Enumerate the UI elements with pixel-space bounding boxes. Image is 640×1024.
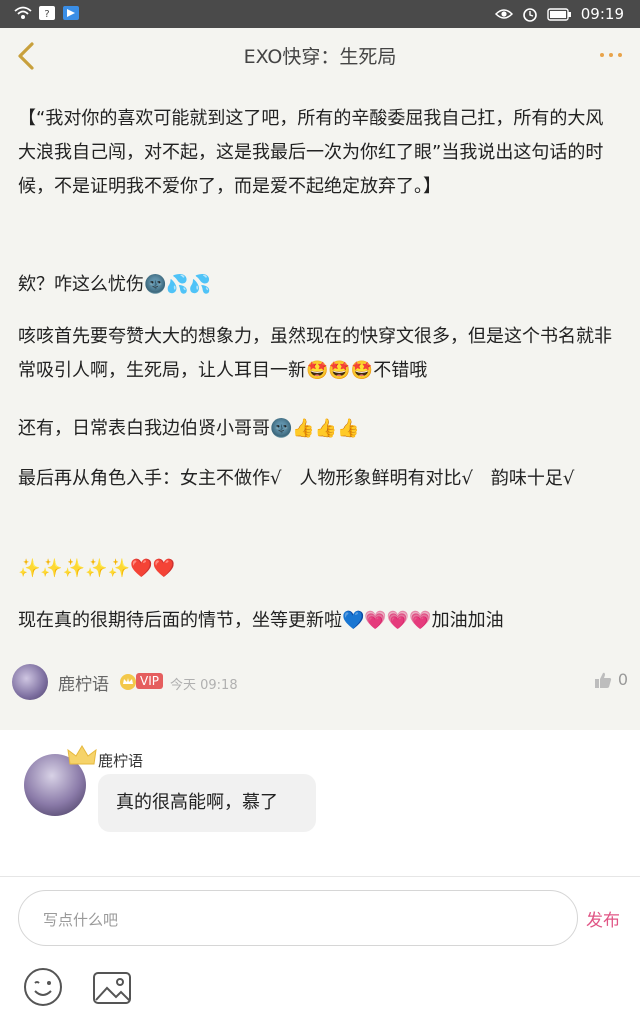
header: EXO快穿：生死局 [0,28,640,82]
status-time: 09:19 [580,5,624,23]
reply-author-name[interactable]: 鹿柠语 [98,750,143,771]
comment-input-placeholder: 写点什么吧 [43,911,119,929]
comment-input[interactable]: 写点什么吧 [18,890,578,946]
svg-text:?: ? [44,9,49,20]
back-icon[interactable] [8,36,48,76]
reply-text: 真的很高能啊，慕了 [116,792,278,813]
alarm-icon [522,8,537,22]
like-button[interactable]: 0 [594,670,628,689]
post-paragraph: 现在真的很期待后面的情节，坐等更新啦💙💗💗💗加油加油 [18,610,504,631]
status-bar: ? 09:19 [0,0,640,28]
status-bar-left: ? [14,5,80,21]
post-paragraph: ✨✨✨✨✨❤️❤️ [18,558,175,579]
publish-button[interactable]: 发布 [586,906,620,931]
vip-badge: VIP [118,672,163,690]
post-paragraph: 还有，日常表白我边伯贤小哥哥🌚👍👍👍 [18,418,360,439]
status-bar-right: 09:19 [494,4,624,24]
app-notification-icon-2 [63,6,79,20]
vip-label: VIP [136,673,163,689]
post-time: 今天 09:18 [170,678,238,693]
app-notification-icon: ? [39,6,55,20]
battery-icon [547,8,571,21]
eye-icon [494,9,513,19]
post-paragraph: 欸？咋这么忧伤🌚💦💦 [18,274,212,295]
post-paragraph: 咳咳首先要夸赞大大的想象力，虽然现在的快穿文很多，但是这个书名就非常吸引人啊，生… [18,326,612,381]
page-title: EXO快穿：生死局 [243,45,397,68]
crown-icon [67,745,97,765]
post-paragraph: 最后再从角色入手：女主不做作√ 人物形象鲜明有对比√ 韵味十足√ [18,468,575,489]
reply-bubble: 真的很高能啊，慕了 [98,774,316,832]
crown-icon [120,674,136,690]
smile-icon[interactable] [22,966,64,1008]
like-count: 0 [617,670,628,689]
more-icon[interactable] [596,40,626,70]
image-icon[interactable] [92,970,132,1006]
author-name[interactable]: 鹿柠语 [58,670,109,695]
divider [0,876,640,877]
wifi-icon [14,6,32,19]
author-avatar[interactable] [12,664,48,700]
post-paragraph: 【“我对你的喜欢可能就到这了吧，所有的辛酸委屈我自己扛，所有的大风大浪我自己闯，… [18,108,604,197]
post-card: 【“我对你的喜欢可能就到这了吧，所有的辛酸委屈我自己扛，所有的大风大浪我自己闯，… [0,82,640,730]
post-author-row: 鹿柠语 VIP 今天 09:18 0 [12,664,632,700]
thumbs-up-icon [594,672,611,688]
